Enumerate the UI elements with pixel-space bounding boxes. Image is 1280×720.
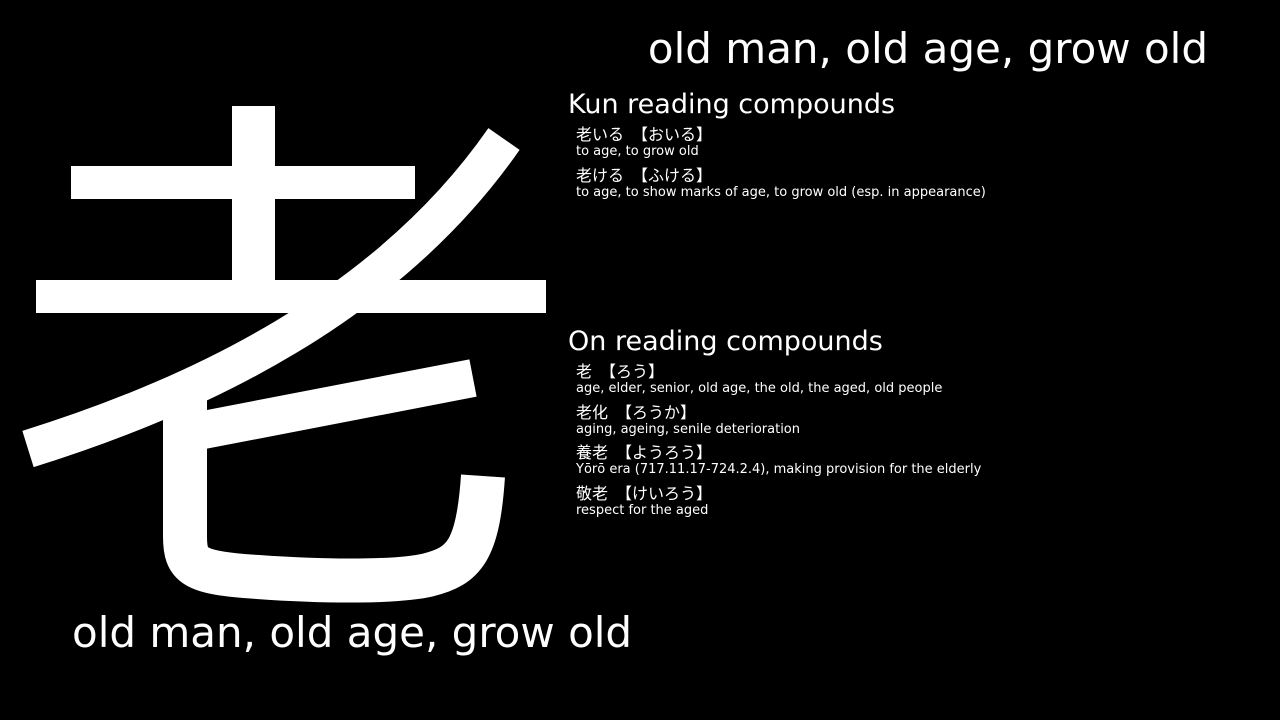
compound-reading: 【ろう】	[600, 362, 665, 381]
compound-word-line: 老【ろう】	[576, 362, 981, 381]
compound-word-line: 敬老 【けいろう】	[576, 484, 981, 503]
compound-reading: 【けいろう】	[616, 483, 713, 503]
list-item: 養老 【ようろう】 Yōrō era (717.11.17-724.2.4), m…	[576, 443, 981, 484]
on-compound-list: 老【ろう】 age, elder, senior, old age, the o…	[576, 362, 981, 524]
compound-word-line: 養老 【ようろう】	[576, 443, 981, 462]
kanji-glyph: 老	[18, 96, 558, 606]
list-item: 敬老 【けいろう】 respect for the aged	[576, 484, 981, 525]
compound-word: 老化	[576, 402, 609, 422]
compound-word: 養老	[576, 443, 609, 462]
compound-reading: 【ようろう】	[616, 443, 713, 462]
bottom-meaning: old man, old age, grow old	[72, 608, 633, 657]
compound-word-line: 老いる 【おいる】	[576, 125, 986, 144]
compound-reading: 【ふける】	[632, 165, 713, 185]
list-item: 老【ろう】 age, elder, senior, old age, the o…	[576, 362, 981, 403]
kun-compound-list: 老いる 【おいる】 to age, to grow old 老ける 【ふける】 to…	[576, 125, 986, 206]
on-heading: On reading compounds	[568, 326, 883, 357]
kun-heading: Kun reading compounds	[568, 89, 896, 120]
compound-reading: 【おいる】	[632, 125, 713, 144]
compound-word: 老ける	[576, 165, 625, 185]
compound-word: 老いる	[576, 125, 625, 144]
compound-gloss: Yōrō era (717.11.17-724.2.4), making pro…	[576, 462, 982, 477]
compound-word: 敬老	[576, 483, 609, 503]
kanji-strokes: 老	[22, 106, 546, 603]
list-item: 老いる 【おいる】 to age, to grow old	[576, 125, 986, 166]
top-meaning: old man, old age, grow old	[647, 24, 1208, 73]
compound-gloss: to age, to grow old	[576, 144, 699, 159]
compound-word-line: 老ける 【ふける】	[576, 166, 986, 185]
compound-reading: 【ろうか】	[616, 402, 697, 422]
compound-word-line: 老化 【ろうか】	[576, 403, 981, 422]
list-item: 老ける 【ふける】 to age, to show marks of age, t…	[576, 166, 986, 207]
compound-gloss: to age, to show marks of age, to grow ol…	[576, 184, 986, 200]
compound-gloss: aging, ageing, senile deterioration	[576, 421, 801, 437]
list-item: 老化 【ろうか】 aging, ageing, senile deteriorat…	[576, 403, 981, 444]
compound-word: 老	[576, 362, 593, 381]
compound-gloss: respect for the aged	[576, 502, 709, 518]
compound-gloss: age, elder, senior, old age, the old, th…	[576, 381, 943, 396]
